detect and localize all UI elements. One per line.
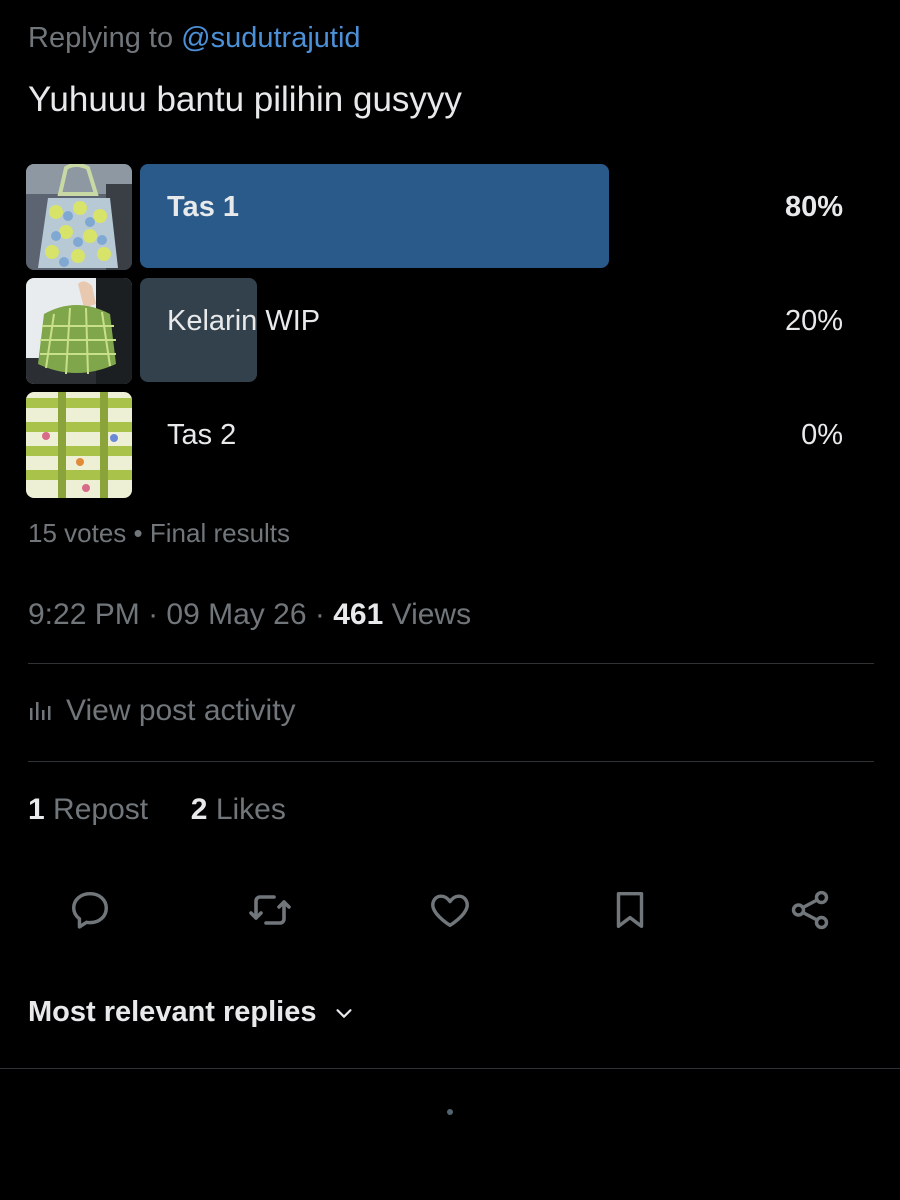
poll-status: Final results	[149, 518, 291, 548]
views-label: Views	[391, 598, 472, 631]
reply-handle-link[interactable]: @sudutrajutid	[181, 22, 360, 54]
divider	[28, 663, 874, 664]
reposts-link[interactable]: 1 Repost	[28, 793, 156, 826]
poll-option-label: Tas 1	[167, 191, 240, 223]
poll-votes: 15 votes	[28, 518, 127, 548]
post-date[interactable]: 09 May 26	[166, 598, 306, 631]
poll-option-image	[26, 164, 132, 270]
bookmark-icon	[616, 891, 644, 929]
action-bar	[0, 880, 900, 944]
heart-icon	[431, 894, 469, 928]
chevron-down-icon	[335, 1008, 352, 1018]
tweet-text: Yuhuuu bantu pilihin gusyyy	[28, 80, 462, 119]
reply-button[interactable]	[60, 880, 120, 940]
crochet-bag-image	[26, 392, 132, 498]
replying-to-label: Replying to	[28, 22, 174, 54]
repost-button[interactable]	[240, 880, 300, 940]
loading-indicator	[447, 1109, 453, 1115]
bookmark-button[interactable]	[600, 880, 660, 940]
poll-option-image	[26, 278, 132, 384]
poll-option-percent: 20%	[784, 305, 843, 337]
timestamp-separator: ·	[314, 598, 325, 631]
poll-meta: 15 votes • Final results	[28, 518, 290, 549]
divider	[0, 1068, 900, 1069]
poll-option-percent: 0%	[801, 419, 843, 451]
replies-sort-dropdown[interactable]: Most relevant replies	[28, 996, 355, 1029]
divider	[28, 761, 874, 762]
views-count: 461	[333, 598, 384, 631]
replying-to: Replying to @sudutrajutid	[28, 22, 361, 55]
engagement-counts: 1 Repost 2 Likes	[28, 793, 286, 827]
likes-label: Likes	[215, 793, 286, 826]
likes-count: 2	[190, 793, 208, 826]
replies-sort-label: Most relevant replies	[28, 996, 317, 1028]
bar-chart-icon	[30, 702, 51, 720]
poll-option-label: Tas 2	[167, 419, 237, 451]
poll-separator: •	[133, 518, 143, 548]
crochet-bag-image	[26, 164, 132, 270]
repost-icon	[249, 895, 291, 925]
likes-link[interactable]: 2 Likes	[191, 793, 286, 826]
reposts-label: Repost	[53, 793, 149, 826]
like-button[interactable]	[420, 880, 480, 940]
poll-option-image	[26, 392, 132, 498]
post-timestamp: 9:22 PM · 09 May 26 · 461 Views	[28, 598, 471, 632]
reply-icon	[71, 891, 109, 929]
poll-option-tas-1: Tas 1 80%	[26, 164, 846, 270]
poll-option-kelarin-wip: Kelarin WIP 20%	[26, 278, 846, 384]
reposts-count: 1	[28, 793, 45, 826]
view-post-activity-label: View post activity	[66, 694, 296, 727]
crochet-bag-image	[26, 278, 132, 384]
poll-option-label: Kelarin WIP	[167, 305, 321, 337]
share-button[interactable]	[780, 880, 840, 940]
poll-option-tas-2: Tas 2 0%	[26, 392, 846, 498]
poll-option-percent: 80%	[784, 191, 843, 223]
post-time[interactable]: 9:22 PM	[28, 598, 140, 631]
timestamp-separator: ·	[148, 598, 159, 631]
share-icon	[791, 890, 829, 930]
view-post-activity-link[interactable]: View post activity	[28, 694, 296, 728]
